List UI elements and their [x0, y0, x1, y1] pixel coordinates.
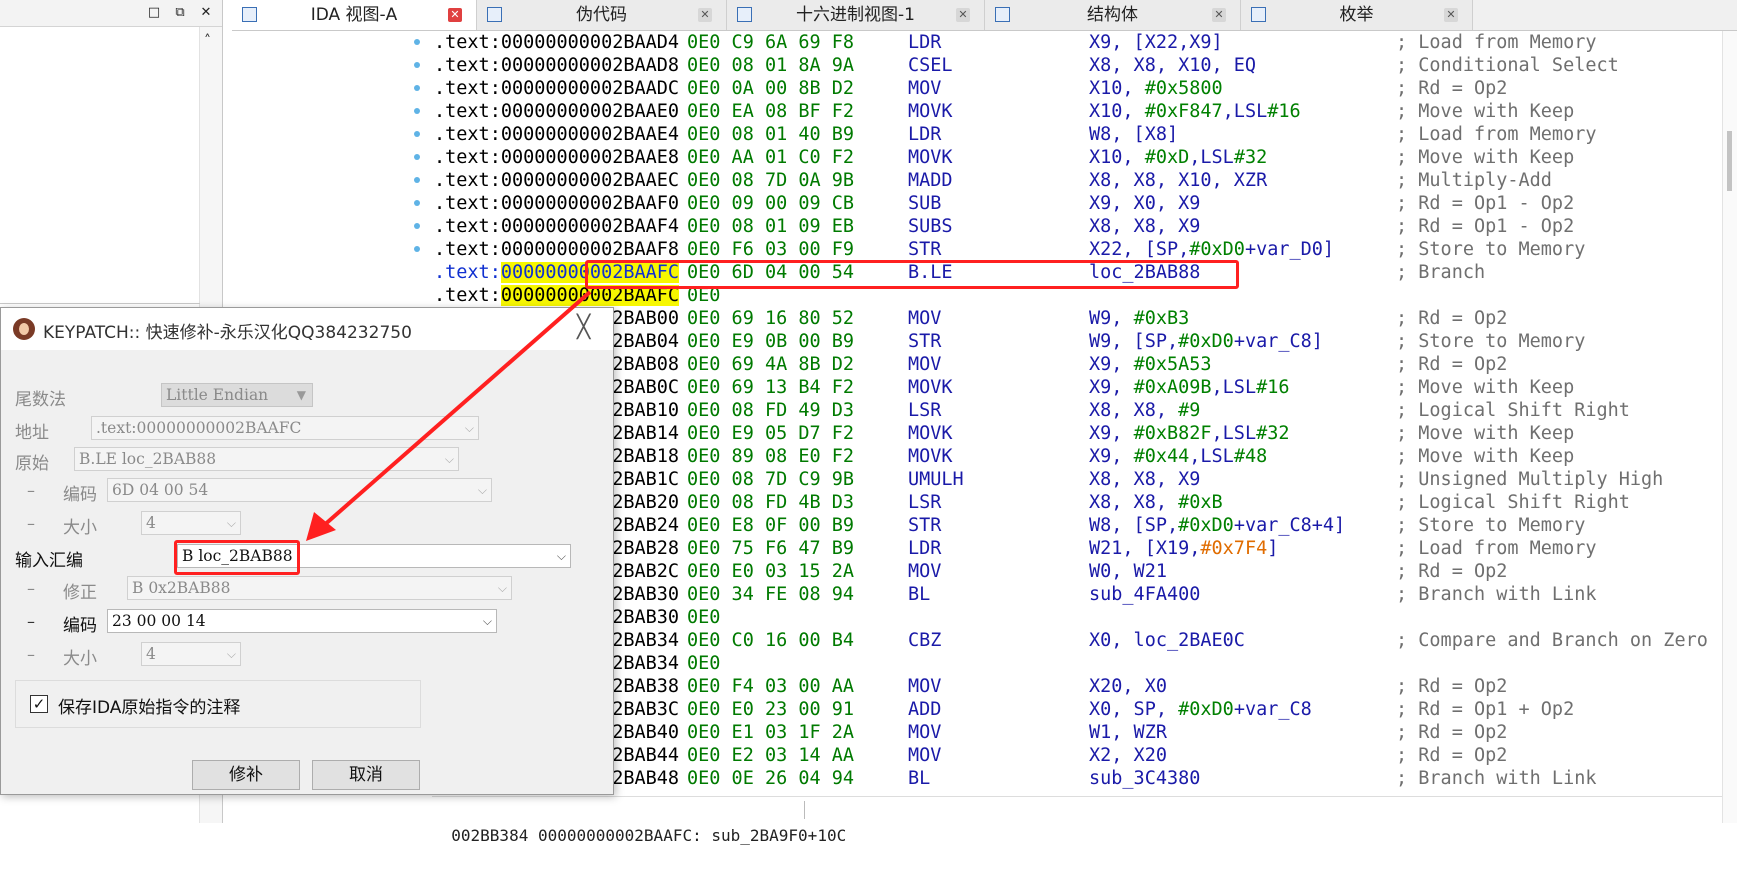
annotation-arrow-line	[320, 290, 592, 529]
annotation-arrow	[306, 290, 592, 541]
status-text: 002BB384 00000000002BAAFC: sub_2BA9F0+10…	[451, 826, 847, 845]
